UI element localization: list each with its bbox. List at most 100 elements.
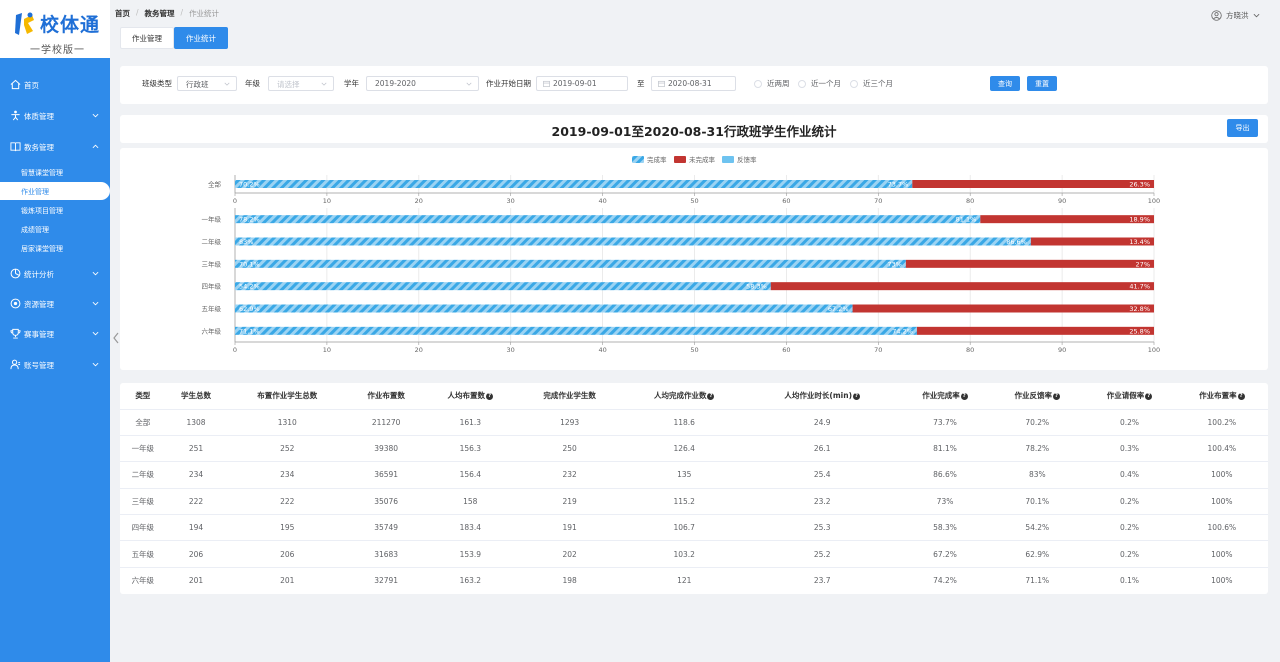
sidebar-item-fitness[interactable]: 体质管理 [0, 104, 110, 128]
chevron-down-icon [92, 113, 99, 118]
table-cell: 163.2 [424, 566, 517, 594]
data-label-complete: 74.2% [892, 327, 913, 335]
y-category-label: 五年级 [202, 304, 222, 313]
query-button[interactable]: 查询 [990, 76, 1020, 91]
table-cell: 24.9 [745, 408, 899, 436]
sidebar-item-statistics[interactable]: 统计分析 [0, 262, 110, 286]
sidebar-item-academic[interactable]: 教务管理 [0, 135, 110, 159]
table-cell: 23.2 [745, 487, 899, 515]
table-cell: 121 [622, 566, 746, 594]
x-tick-label: 40 [598, 346, 606, 354]
table-cell: 234 [165, 461, 227, 489]
table-cell: 156.3 [424, 434, 517, 462]
table-cell: 156.4 [424, 461, 517, 489]
radio-one-month[interactable]: 近一个月 [798, 78, 841, 89]
help-icon[interactable]: ? [707, 392, 715, 400]
table-cell: 0.2% [1083, 540, 1176, 568]
x-tick-label: 70 [874, 346, 882, 354]
chart-title-bar: 2019-09-01至2020-08-31行政班学生作业统计 [120, 115, 1268, 143]
data-label-complete: 67.2% [828, 305, 849, 313]
table-header-cell: 人均完成作业数? [653, 391, 715, 401]
breadcrumb-home[interactable]: 首页 [115, 8, 130, 19]
y-category-label: 一年级 [202, 215, 222, 224]
x-tick-label: 90 [1058, 346, 1066, 354]
chevron-down-icon [224, 82, 230, 86]
table-cell: 206 [165, 540, 227, 568]
bar-incomplete [905, 259, 1154, 268]
start-date-picker[interactable]: 2019-09-01 [536, 76, 628, 91]
table-cell: 100.4% [1175, 434, 1268, 462]
table-cell: 0.2% [1083, 408, 1176, 436]
breadcrumb-academic[interactable]: 教务管理 [145, 8, 175, 19]
radio-three-months[interactable]: 近三个月 [850, 78, 893, 89]
legend-swatch [674, 156, 686, 163]
data-label-feedback: 62.9% [239, 305, 260, 313]
bar-complete [235, 215, 981, 224]
radio-circle[interactable] [754, 79, 762, 88]
table-cell: 三年级 [120, 487, 166, 515]
sidebar-item-accounts[interactable]: 账号管理 [0, 353, 110, 377]
table-cell: 252 [226, 434, 349, 462]
sidebar: 校体通 一学校版一 首页 体质管理 教务管理 智慧课堂管理 作业管理 锻炼项目管… [0, 0, 110, 662]
end-date-picker[interactable]: 2020-08-31 [651, 76, 736, 91]
bar-complete [235, 180, 913, 188]
table-cell: 0.4% [1083, 461, 1176, 489]
sidebar-subitem-homework[interactable]: 作业管理 [0, 182, 110, 200]
help-icon[interactable]: ? [853, 392, 861, 400]
table-cell: 158 [424, 487, 517, 515]
table-header-cell: 作业请假率? [1106, 391, 1153, 401]
table-cell: 183.4 [424, 514, 517, 541]
tab-homework-statistics[interactable]: 作业统计 [174, 27, 228, 49]
bar-complete [235, 282, 771, 291]
chart-title: 2019-09-01至2020-08-31行政班学生作业统计 [551, 124, 837, 139]
table-cell: 206 [226, 540, 349, 568]
table-cell: 100% [1175, 461, 1268, 489]
user-name: 方晓洪 [1226, 11, 1249, 20]
x-tick-label: 0 [233, 197, 237, 205]
data-label-incomplete: 13.4% [1129, 238, 1150, 246]
sidebar-subitem-smart-classroom[interactable]: 智慧课堂管理 [0, 163, 110, 181]
table-cell: 135 [622, 461, 746, 489]
x-tick-label: 50 [690, 346, 698, 354]
class-type-select[interactable]: 行政班 [177, 76, 237, 91]
table-header-cell: 布置作业学生总数 [257, 391, 318, 401]
collapse-sidebar-icon[interactable] [112, 332, 120, 344]
school-year-label: 学年 [344, 79, 359, 88]
sidebar-item-resources[interactable]: 资源管理 [0, 292, 110, 316]
x-tick-label: 100 [1148, 197, 1160, 205]
sidebar-item-label: 首页 [24, 81, 39, 90]
book-icon [10, 142, 21, 152]
radio-circle[interactable] [850, 79, 858, 88]
table-row: 一年级 251 252 39380 156.3 250 126.4 26.1 81.1% 78.2… [120, 434, 1268, 462]
table-row: 二年级 234 234 36591 156.4 232 135 25.4 86.6% 83% 0.4… [120, 461, 1268, 489]
table-cell: 六年级 [120, 566, 166, 594]
reset-button[interactable]: 重置 [1027, 76, 1057, 91]
x-tick-label: 80 [966, 197, 974, 205]
sidebar-subitem-exercise[interactable]: 锻炼项目管理 [0, 201, 110, 219]
export-button[interactable]: 导出 [1227, 119, 1258, 137]
chevron-up-icon [92, 144, 99, 149]
table-cell: 全部 [120, 408, 166, 436]
table-cell: 106.7 [622, 514, 746, 541]
sidebar-item-home[interactable]: 首页 [0, 73, 110, 97]
school-year-select[interactable]: 2019-2020 [366, 76, 479, 91]
data-label-incomplete: 26.3% [1129, 181, 1150, 189]
sidebar-subitem-scores[interactable]: 成绩管理 [0, 220, 110, 238]
logo-title: 校体通 [40, 14, 101, 36]
tab-homework-management[interactable]: 作业管理 [120, 27, 174, 49]
user-menu[interactable]: 方晓洪 [1211, 10, 1260, 21]
x-tick-label: 90 [1058, 197, 1066, 205]
radio-circle[interactable] [798, 79, 806, 88]
table-cell: 0.1% [1083, 566, 1176, 594]
help-icon[interactable]: ? [1145, 392, 1153, 400]
radio-two-weeks[interactable]: 近两周 [754, 78, 790, 89]
sidebar-item-events[interactable]: 赛事管理 [0, 322, 110, 346]
table-cell: 四年级 [120, 514, 166, 541]
help-icon[interactable]: ? [1053, 392, 1061, 400]
table-row: 五年级 206 206 31683 153.9 202 103.2 25.2 67.2% 62.9… [120, 540, 1268, 568]
help-icon[interactable]: ? [1237, 392, 1245, 400]
sidebar-subitem-home-classroom[interactable]: 居家课堂管理 [0, 239, 110, 257]
help-icon[interactable]: ? [486, 392, 494, 400]
grade-select[interactable]: 请选择 [268, 76, 334, 91]
help-icon[interactable]: ? [960, 392, 968, 400]
